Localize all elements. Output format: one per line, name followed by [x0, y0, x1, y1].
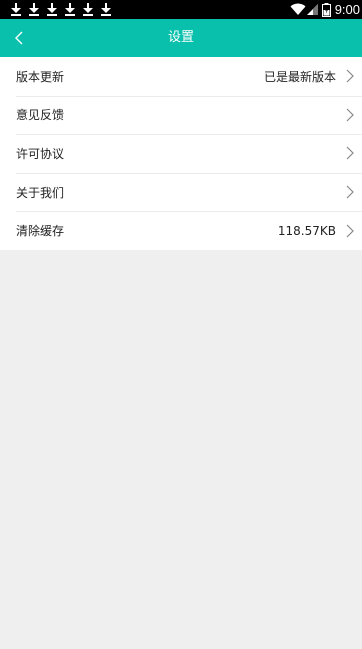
chevron-right-icon — [346, 185, 354, 199]
signal-icon — [306, 4, 318, 15]
download-icon — [46, 2, 58, 17]
download-icon — [100, 2, 112, 17]
clock: 9:00 — [334, 2, 360, 17]
page-title: 设置 — [167, 30, 194, 45]
chevron-right-icon — [346, 108, 354, 122]
system-icons: 9:00 — [290, 0, 362, 19]
settings-item-about-us[interactable]: 关于我们 — [0, 172, 362, 212]
back-button[interactable] — [4, 23, 34, 53]
settings-item-label: 许可协议 — [16, 146, 65, 161]
settings-item-label: 关于我们 — [16, 185, 65, 200]
chevron-right-icon — [346, 224, 354, 238]
settings-item-version-update[interactable]: 版本更新 已是最新版本 — [0, 57, 362, 96]
battery-icon — [321, 2, 331, 17]
settings-item-label: 清除缓存 — [16, 224, 65, 239]
wifi-icon — [290, 3, 306, 15]
settings-item-license[interactable]: 许可协议 — [0, 134, 362, 173]
settings-item-clear-cache[interactable]: 清除缓存 118.57KB — [0, 211, 362, 250]
app-bar: 设置 — [0, 19, 362, 57]
settings-list: 版本更新 已是最新版本 意见反馈 许可协议 关于我们 清除缓存 118.57KB — [0, 57, 362, 250]
status-bar: 9:00 — [0, 0, 362, 19]
chevron-right-icon — [346, 147, 354, 160]
chevron-right-icon — [346, 69, 354, 83]
settings-item-feedback[interactable]: 意见反馈 — [0, 95, 362, 135]
settings-item-label: 版本更新 — [16, 69, 65, 84]
download-icon — [64, 2, 76, 17]
settings-item-label: 意见反馈 — [16, 108, 65, 123]
cache-size-text: 118.57KB — [277, 223, 336, 238]
download-icon — [82, 2, 94, 17]
download-icon — [10, 2, 22, 17]
download-icon — [28, 2, 40, 17]
chevron-left-icon — [15, 31, 23, 45]
version-status-text: 已是最新版本 — [263, 69, 336, 84]
